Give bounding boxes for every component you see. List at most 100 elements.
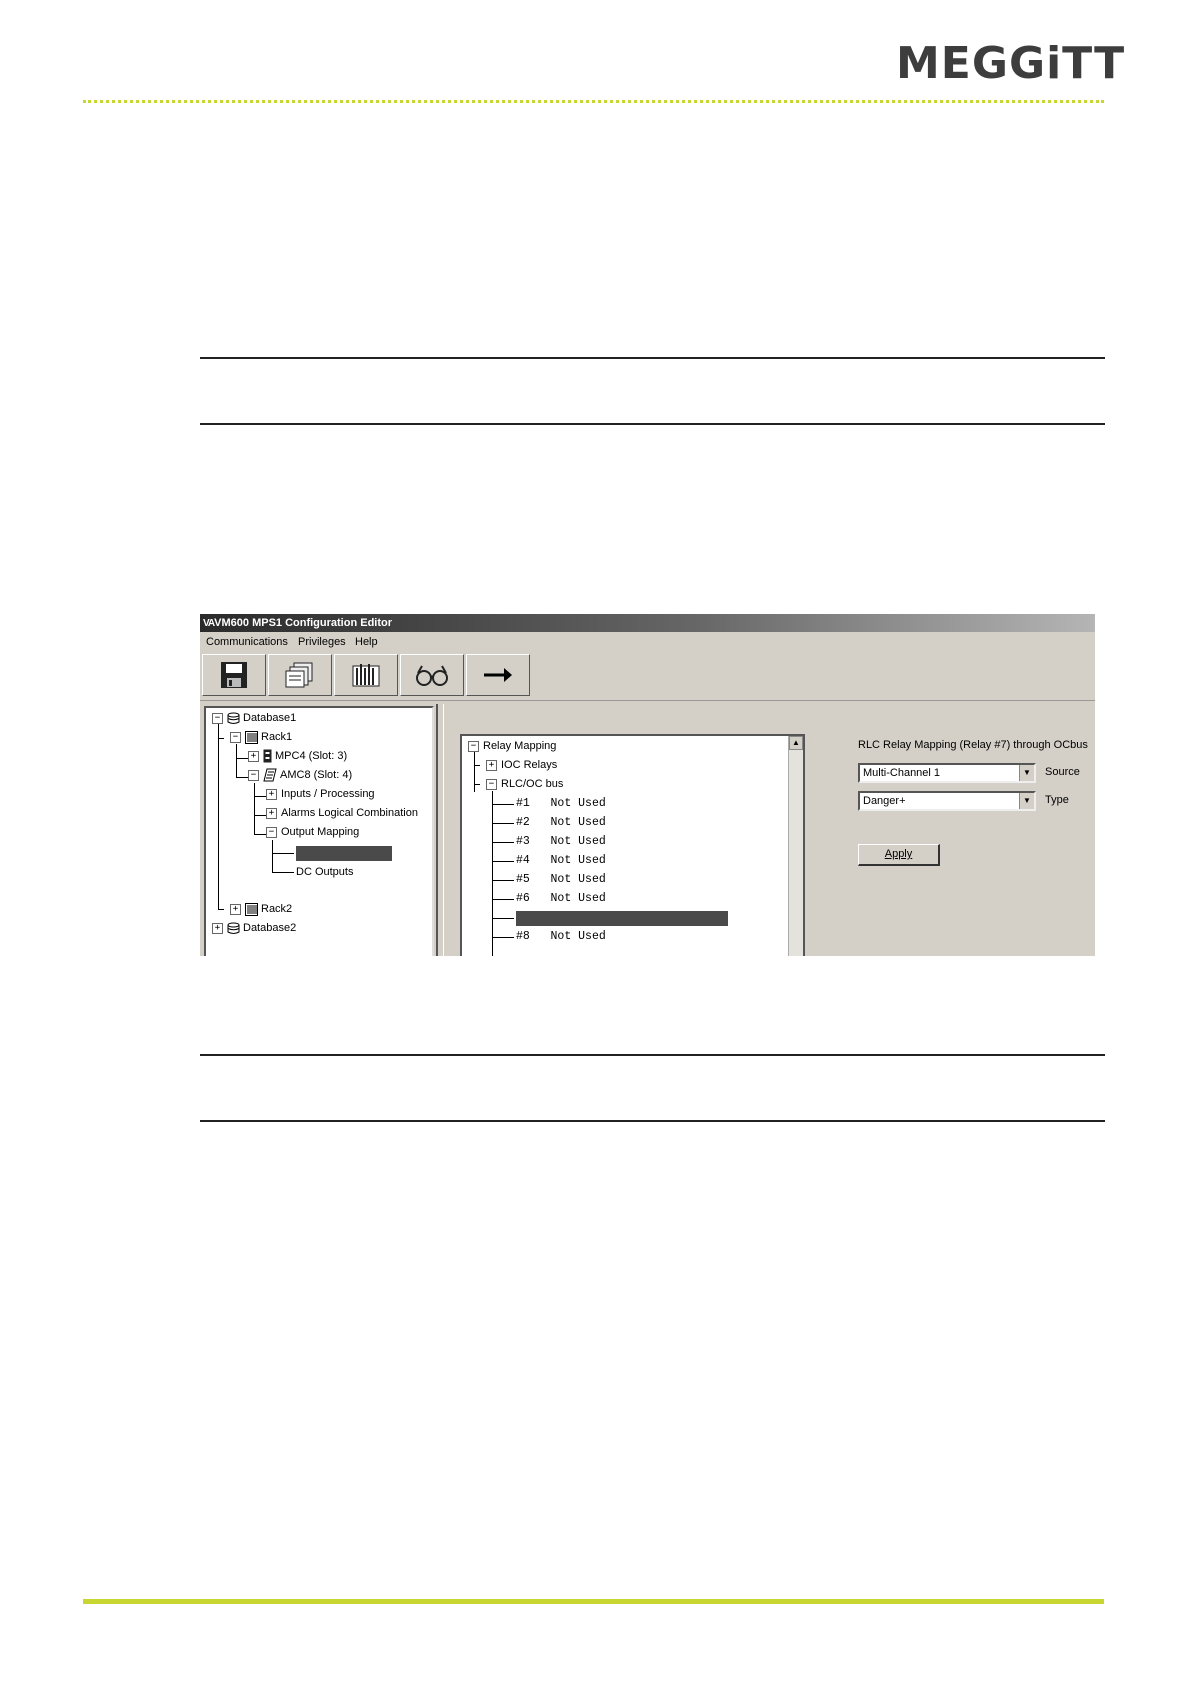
relay-status: Not Used	[550, 816, 606, 829]
tree-label: DC Outputs	[296, 866, 354, 878]
tree-label: IOC Relays	[501, 759, 558, 771]
toolbar-separator	[200, 700, 1095, 701]
relay-number: #8	[516, 930, 530, 943]
tree-line	[272, 872, 294, 873]
rack-icon	[245, 730, 258, 744]
relay-number: #3	[516, 835, 530, 848]
tree-node-output-mapping[interactable]: − Output Mapping	[266, 825, 359, 839]
relay-item-4[interactable]: #4 Not Used	[516, 854, 606, 868]
collapse-icon[interactable]: −	[486, 778, 497, 790]
tree-line	[492, 918, 514, 919]
relay-item-7-selected[interactable]	[516, 911, 728, 926]
source-value: Multi-Channel 1	[863, 767, 941, 779]
tree-label: Inputs / Processing	[281, 788, 375, 800]
tree-node-rack2[interactable]: + Rack2	[230, 902, 292, 916]
chevron-down-icon[interactable]: ▼	[1019, 765, 1034, 781]
relay-item-6[interactable]: #6 Not Used	[516, 892, 606, 906]
tree-label: AMC8 (Slot: 4)	[280, 769, 353, 781]
view-button[interactable]	[400, 654, 464, 696]
panel-splitter[interactable]	[436, 704, 444, 956]
tree-node-amc8[interactable]: − AMC8 (Slot: 4)	[248, 768, 352, 782]
relay-number: #4	[516, 854, 530, 867]
copy-button[interactable]	[268, 654, 332, 696]
menu-communications[interactable]: Communications	[206, 632, 288, 652]
chevron-down-icon[interactable]: ▼	[1019, 793, 1034, 809]
tree-line	[474, 765, 480, 766]
top-rule-1	[200, 357, 1105, 359]
expand-icon[interactable]: +	[266, 807, 277, 819]
tree-line	[218, 724, 219, 910]
collapse-icon[interactable]: −	[230, 731, 241, 743]
menu-privileges[interactable]: Privileges	[298, 632, 346, 652]
relay-item-8[interactable]: #8 Not Used	[516, 930, 606, 944]
database-icon	[227, 712, 240, 724]
tree-node-alarms-logical-combination[interactable]: + Alarms Logical Combination	[266, 806, 418, 820]
collapse-icon[interactable]: −	[468, 740, 479, 752]
tree-node-selected-highlight[interactable]	[296, 846, 392, 861]
expand-icon[interactable]: +	[230, 903, 241, 915]
next-button[interactable]	[466, 654, 530, 696]
save-icon	[221, 662, 247, 688]
expand-icon[interactable]: +	[212, 922, 223, 934]
relay-number: #5	[516, 873, 530, 886]
cards-icon	[263, 768, 277, 782]
tree-node-inputs-processing[interactable]: + Inputs / Processing	[266, 787, 375, 801]
tree-line	[236, 758, 248, 759]
tree-node-mpc4[interactable]: + MPC4 (Slot: 3)	[248, 749, 347, 763]
tree-line	[218, 738, 224, 739]
expand-icon[interactable]: +	[266, 788, 277, 800]
tree-node-database1[interactable]: − Database1	[212, 711, 296, 725]
arrow-right-icon	[484, 668, 512, 682]
app-logo-icon: VA	[203, 618, 215, 629]
apply-button[interactable]: Apply	[858, 844, 940, 866]
relay-node-root[interactable]: − Relay Mapping	[468, 739, 556, 753]
type-select[interactable]: Danger+ ▼	[858, 791, 1036, 811]
relay-item-3[interactable]: #3 Not Used	[516, 835, 606, 849]
source-select[interactable]: Multi-Channel 1 ▼	[858, 763, 1036, 783]
expand-icon[interactable]: +	[486, 759, 497, 771]
relay-node-rlc-oc-bus[interactable]: − RLC/OC bus	[486, 777, 563, 791]
header-dotted-line	[83, 100, 1104, 103]
footer-bar	[83, 1599, 1104, 1604]
expand-icon[interactable]: +	[248, 750, 259, 762]
relay-number: #6	[516, 892, 530, 905]
relay-status: Not Used	[550, 835, 606, 848]
tree-label: RLC/OC bus	[501, 778, 564, 790]
relay-node-ioc-relays[interactable]: + IOC Relays	[486, 758, 557, 772]
database-tree: − Database1 − Rack1 + MPC4 (Slot: 3) − AMC8 …	[204, 706, 434, 956]
menu-help[interactable]: Help	[355, 632, 378, 652]
type-label: Type	[1045, 794, 1069, 806]
vertical-scrollbar[interactable]: ▲	[788, 736, 803, 956]
relay-item-5[interactable]: #5 Not Used	[516, 873, 606, 887]
tree-line	[272, 853, 294, 854]
collapse-icon[interactable]: −	[248, 769, 259, 781]
glasses-icon	[416, 665, 448, 686]
tree-label: MPC4 (Slot: 3)	[275, 750, 348, 762]
collapse-icon[interactable]: −	[212, 712, 223, 724]
tree-line	[492, 937, 514, 938]
tree-label: Rack1	[261, 731, 293, 743]
menu-bar: Communications Privileges Help	[200, 632, 1095, 652]
relay-number: #1	[516, 797, 530, 810]
relay-item-1[interactable]: #1 Not Used	[516, 797, 606, 811]
config-heading: RLC Relay Mapping (Relay #7) through OCb…	[858, 739, 1088, 751]
tree-label: Output Mapping	[281, 826, 360, 838]
tree-node-rack1[interactable]: − Rack1	[230, 730, 292, 744]
database-icon	[227, 922, 240, 934]
relay-status: Not Used	[550, 797, 606, 810]
tree-node-database2[interactable]: + Database2	[212, 921, 296, 935]
tree-line	[474, 752, 475, 792]
relay-status: Not Used	[550, 892, 606, 905]
tree-node-dc-outputs[interactable]: DC Outputs	[296, 865, 353, 879]
tree-label: Database2	[243, 922, 297, 934]
save-button[interactable]	[202, 654, 266, 696]
rack-button[interactable]	[334, 654, 398, 696]
relay-item-2[interactable]: #2 Not Used	[516, 816, 606, 830]
meggitt-logo: MEGGiTT	[896, 38, 1126, 89]
card-icon	[263, 749, 272, 763]
collapse-icon[interactable]: −	[266, 826, 277, 838]
tree-line	[272, 840, 273, 872]
tree-line	[236, 777, 248, 778]
scroll-up-icon[interactable]: ▲	[789, 736, 803, 750]
tree-label: Alarms Logical Combination	[281, 807, 418, 819]
